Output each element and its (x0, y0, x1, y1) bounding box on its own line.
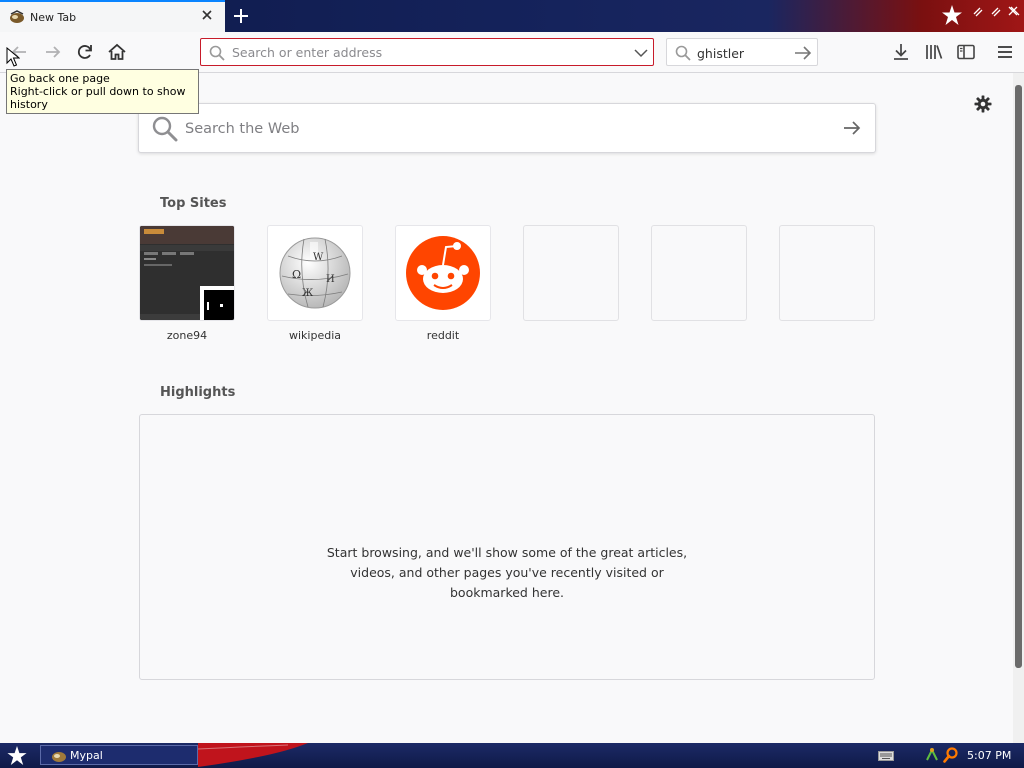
vertical-scrollbar[interactable] (1013, 73, 1024, 743)
arrow-right-icon[interactable] (794, 45, 812, 61)
highlights-empty-message: Start browsing, and we'll show some of t… (140, 543, 874, 603)
top-site-label: zone94 (166, 329, 208, 342)
arrow-right-icon[interactable] (842, 119, 862, 137)
search-icon (209, 45, 225, 61)
tooltip-line-2: Right-click or pull down to show history (10, 85, 186, 111)
taskbar-app-label: Mypal (70, 749, 103, 762)
new-tab-plus-icon[interactable] (232, 7, 250, 25)
top-site-empty-slot (779, 225, 875, 321)
highlights-empty-state: Start browsing, and we'll show some of t… (139, 414, 875, 680)
svg-text:W: W (313, 252, 324, 263)
top-site-thumbnail[interactable]: Ω W И Ж (267, 225, 363, 321)
top-site-placeholder (523, 225, 619, 321)
start-star-icon[interactable] (6, 745, 28, 766)
highlights-line-1: Start browsing, and we'll show some of t… (326, 545, 688, 560)
mypal-app-icon (52, 752, 66, 762)
top-site-label: wikipedia (288, 329, 341, 342)
close-tab-icon[interactable] (199, 7, 215, 23)
library-icon[interactable] (924, 42, 944, 62)
download-icon[interactable] (891, 42, 911, 62)
scrollbar-thumb[interactable] (1015, 85, 1022, 668)
taskbar-app-mypal[interactable]: Mypal (40, 745, 198, 765)
star-icon (942, 5, 962, 25)
top-site-empty-slot (523, 225, 619, 321)
svg-text:И: И (326, 274, 335, 285)
top-site-thumbnail[interactable] (139, 225, 235, 321)
top-site-thumbnail[interactable] (395, 225, 491, 321)
top-sites-heading: Top Sites (160, 196, 227, 211)
minimize-button (973, 7, 983, 17)
top-site-zone94[interactable]: zone94 (139, 225, 235, 343)
search-tray-icon[interactable] (943, 747, 959, 763)
new-tab-page: Top Sites zone94 (0, 73, 1013, 743)
top-site-placeholder (779, 225, 875, 321)
top-site-reddit[interactable]: reddit (395, 225, 491, 343)
sidebar-icon[interactable] (956, 42, 976, 62)
highlights-line-3: bookmarked here. (450, 585, 564, 600)
search-icon (675, 45, 691, 61)
dropdown-icon[interactable] (633, 45, 649, 61)
tooltip-line-1: Go back one page (10, 72, 110, 85)
highlights-line-2: videos, and other pages you've recently … (350, 565, 664, 580)
search-bar[interactable]: ghistler (666, 38, 818, 66)
mouse-cursor-icon (6, 47, 20, 67)
search-bar-value[interactable]: ghistler (697, 46, 744, 61)
taskbar-clock: 5:07 PM (967, 749, 1012, 762)
web-search-box[interactable] (138, 103, 876, 153)
zone94-screenshot (140, 226, 234, 320)
search-icon (152, 116, 178, 142)
top-site-placeholder (651, 225, 747, 321)
home-icon[interactable] (107, 42, 127, 62)
svg-text:Ω: Ω (292, 268, 301, 281)
mypal-favicon-icon (10, 10, 24, 23)
menu-icon[interactable] (995, 42, 1015, 62)
reload-icon[interactable] (75, 42, 95, 62)
tab-title: New Tab (30, 11, 77, 24)
wikipedia-globe-icon: Ω W И Ж (279, 237, 351, 309)
top-site-label: reddit (426, 329, 460, 342)
maximize-button (991, 7, 1001, 17)
window-controls[interactable] (972, 4, 1022, 18)
tab-strip: New Tab (0, 0, 1024, 32)
web-search-input[interactable] (185, 119, 825, 139)
address-input[interactable] (232, 43, 622, 61)
keyboard-icon[interactable] (878, 751, 894, 761)
gear-icon[interactable] (974, 95, 992, 113)
taskbar: Mypal 5:07 PM (0, 743, 1024, 768)
reddit-logo-icon (406, 236, 480, 310)
network-tray-icon[interactable] (924, 747, 940, 763)
address-bar[interactable] (200, 38, 654, 66)
back-button-tooltip: Go back one page Right-click or pull dow… (6, 69, 199, 114)
tab-new-tab[interactable]: New Tab (0, 0, 225, 32)
decorative-flag-stripe (198, 743, 308, 767)
navigation-toolbar: ghistler (0, 32, 1024, 73)
top-site-empty-slot (651, 225, 747, 321)
top-site-wikipedia[interactable]: Ω W И Ж wikipedia (267, 225, 363, 343)
svg-text:Ж: Ж (302, 288, 314, 299)
highlights-heading: Highlights (160, 385, 236, 400)
close-window-button (1008, 6, 1020, 16)
forward-icon[interactable] (43, 42, 63, 62)
